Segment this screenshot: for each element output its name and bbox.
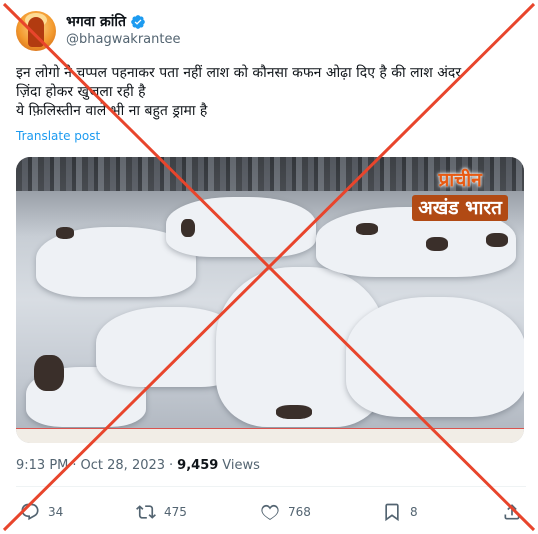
like-count: 768	[288, 505, 311, 519]
views-count: 9,459	[177, 458, 219, 473]
foot	[56, 227, 74, 239]
author-name[interactable]: भगवा क्रांति	[66, 13, 126, 31]
foot	[426, 237, 448, 251]
tweet-media[interactable]: प्राचीन अखंड भारत	[16, 157, 524, 443]
translate-link[interactable]: Translate post	[16, 129, 100, 143]
bookmark-count: 8	[410, 505, 418, 519]
reply-icon	[21, 503, 39, 521]
avatar[interactable]	[16, 11, 56, 51]
repost-icon	[136, 505, 156, 519]
reply-count: 34	[48, 505, 64, 519]
views-label: Views	[222, 458, 260, 473]
share-button[interactable]	[502, 498, 522, 526]
name-row: भगवा क्रांति	[66, 13, 180, 31]
heart-icon	[261, 504, 279, 520]
repost-button[interactable]: 475	[136, 498, 187, 526]
tweet-meta: 9:13 PM · Oct 28, 2023 · 9,459 Views	[16, 458, 260, 473]
meta-separator: ·	[72, 458, 77, 473]
divider	[16, 486, 526, 487]
foot	[276, 405, 312, 419]
badge-line1: प्राचीन	[438, 169, 482, 191]
foot	[356, 223, 378, 235]
bookmark-button[interactable]: 8	[382, 498, 418, 526]
bookmark-icon	[385, 503, 399, 522]
author-handle[interactable]: @bhagwakrantee	[66, 31, 180, 49]
user-info: भगवा क्रांति @bhagwakrantee	[66, 13, 180, 49]
shroud	[346, 297, 524, 417]
news-ticker	[16, 428, 524, 443]
tweet-header: भगवा क्रांति @bhagwakrantee	[16, 8, 180, 54]
foot	[181, 219, 195, 237]
avatar-figure	[28, 17, 44, 47]
verified-badge-icon	[131, 15, 145, 29]
like-button[interactable]: 768	[260, 498, 311, 526]
post-date[interactable]: Oct 28, 2023	[81, 458, 166, 473]
video-badge: प्राचीन अखंड भारत	[406, 163, 514, 227]
post-time[interactable]: 9:13 PM	[16, 458, 68, 473]
badge-line2: अखंड भारत	[412, 195, 508, 221]
meta-separator: ·	[169, 458, 174, 473]
foot	[34, 355, 64, 391]
foot	[486, 233, 508, 247]
action-bar: 34 475 768 8	[16, 498, 526, 526]
repost-count: 475	[164, 505, 187, 519]
share-icon	[504, 504, 520, 520]
reply-button[interactable]: 34	[20, 498, 63, 526]
tweet-text: इन लोगो ने चप्पल पहनाकर पता नहीं लाश को …	[16, 65, 462, 119]
